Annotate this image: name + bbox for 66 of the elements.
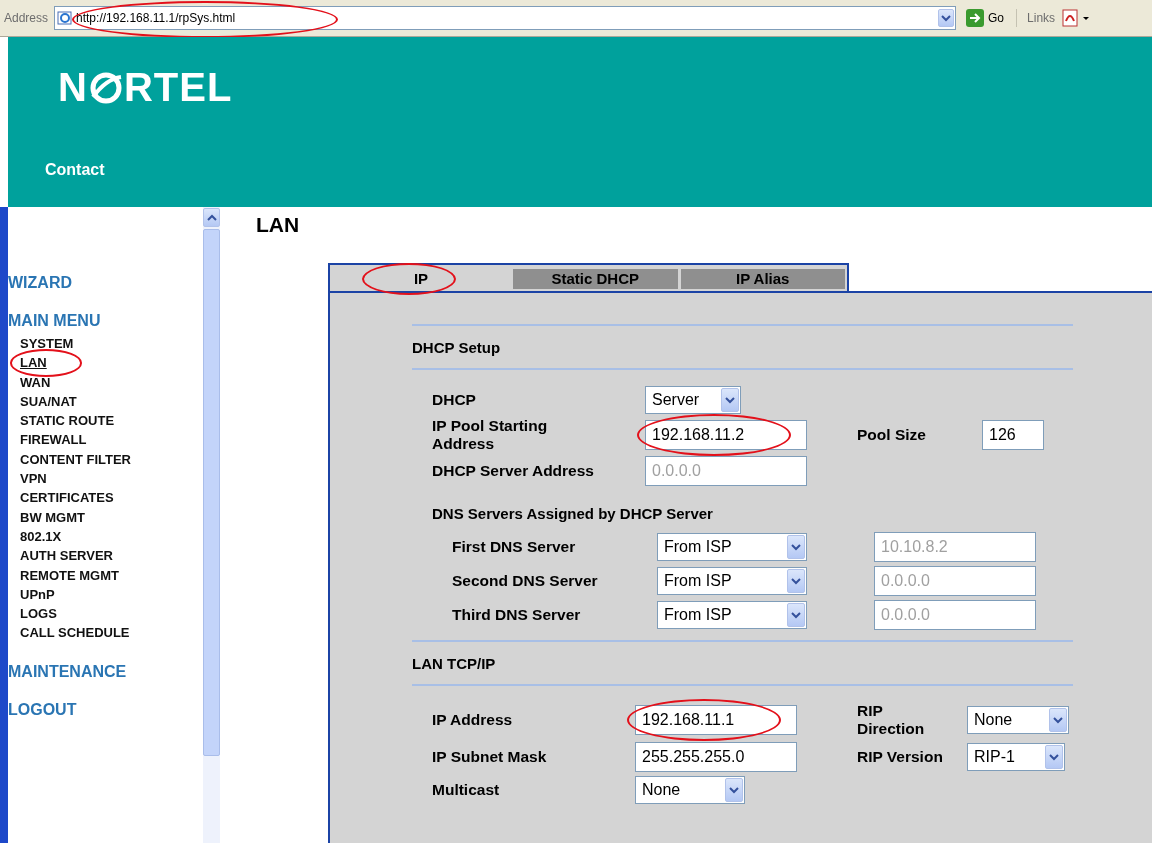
scroll-up-button[interactable] [203,208,220,227]
field-label: Second DNS Server [452,572,599,590]
field-label: DHCP [432,391,477,409]
section-heading: LAN TCP/IP [412,654,497,674]
menu-heading[interactable]: LOGOUT [8,700,203,719]
dropdown[interactable]: RIP-1 [967,743,1065,771]
menu-item[interactable]: VPN [20,471,47,487]
menu-item[interactable]: CERTIFICATES [20,490,114,506]
caret-icon [787,603,805,627]
section-heading: DHCP Setup [412,338,502,358]
dropdown[interactable]: Server [645,386,741,414]
field-label: Pool Size [857,426,927,444]
text-field[interactable]: 255.255.255.0 [635,742,797,772]
menu-item[interactable]: 802.1X [20,528,62,544]
menu-item[interactable]: UPnP [20,586,55,602]
field-label: RIP Direction [857,702,926,738]
field-label: Multicast [432,781,501,799]
logo: N RTEL [58,65,233,110]
field-label: Third DNS Server [452,606,582,624]
menu-item[interactable]: STATIC ROUTE [20,413,115,429]
go-button[interactable]: Go [962,9,1018,27]
field-label: IP Pool Starting Address [432,417,549,453]
caret-icon [787,569,805,593]
caret-icon [787,535,805,559]
field-label: IP Subnet Mask [432,748,548,766]
menu-heading[interactable]: MAIN MENU [8,312,203,330]
scrollbar[interactable] [203,207,220,843]
menu-item[interactable]: REMOTE MGMT [20,567,119,583]
menu-heading[interactable]: MAINTENANCE [8,662,203,681]
menu-item[interactable]: BW MGMT [20,509,85,525]
menu-item[interactable]: SYSTEM [20,336,74,351]
page-title: LAN [256,213,301,237]
section-heading: DNS Servers Assigned by DHCP Server [432,504,714,524]
caret-icon [1045,745,1063,769]
dropdown[interactable]: None [635,776,745,804]
field-label: IP Address [432,711,514,729]
dropdown[interactable]: None [967,706,1069,734]
field-label: First DNS Server [452,538,577,556]
caret-icon [725,778,743,802]
caret-icon [206,213,217,222]
tab[interactable]: IP [332,269,511,289]
caret-icon [721,388,739,412]
page-icon [57,10,74,26]
address-field[interactable]: http://192.168.11.1/rpSys.html [54,6,957,30]
menu-item[interactable]: CONTENT FILTER [20,451,131,467]
menu-item[interactable]: CALL SCHEDULE [20,625,130,641]
field-label: RIP Version [857,748,944,766]
globe-icon [88,70,123,105]
menu-item[interactable]: WAN [20,374,51,390]
text-field[interactable]: 192.168.11.1 [635,705,797,735]
menu-item[interactable]: LOGS [20,606,57,622]
tab[interactable]: Static DHCP [513,269,678,289]
caret-icon [1049,708,1067,732]
menu-item[interactable]: AUTH SERVER [20,548,113,564]
menu-item[interactable]: FIREWALL [20,432,87,448]
menu-item[interactable]: SUA/NAT [20,393,77,409]
links-button[interactable]: Links [1023,11,1056,25]
tab[interactable]: IP Alias [680,269,845,289]
field-label: DHCP Server Address [432,462,595,480]
text-field[interactable]: 126 [982,420,1044,450]
text-field[interactable]: 192.168.11.2 [645,420,807,450]
document-icon[interactable] [1061,9,1092,27]
menu-heading[interactable]: WIZARD [8,274,203,292]
menu-item[interactable]: LAN [20,355,47,371]
address-label: Address [4,11,49,25]
caret-icon [938,9,955,27]
